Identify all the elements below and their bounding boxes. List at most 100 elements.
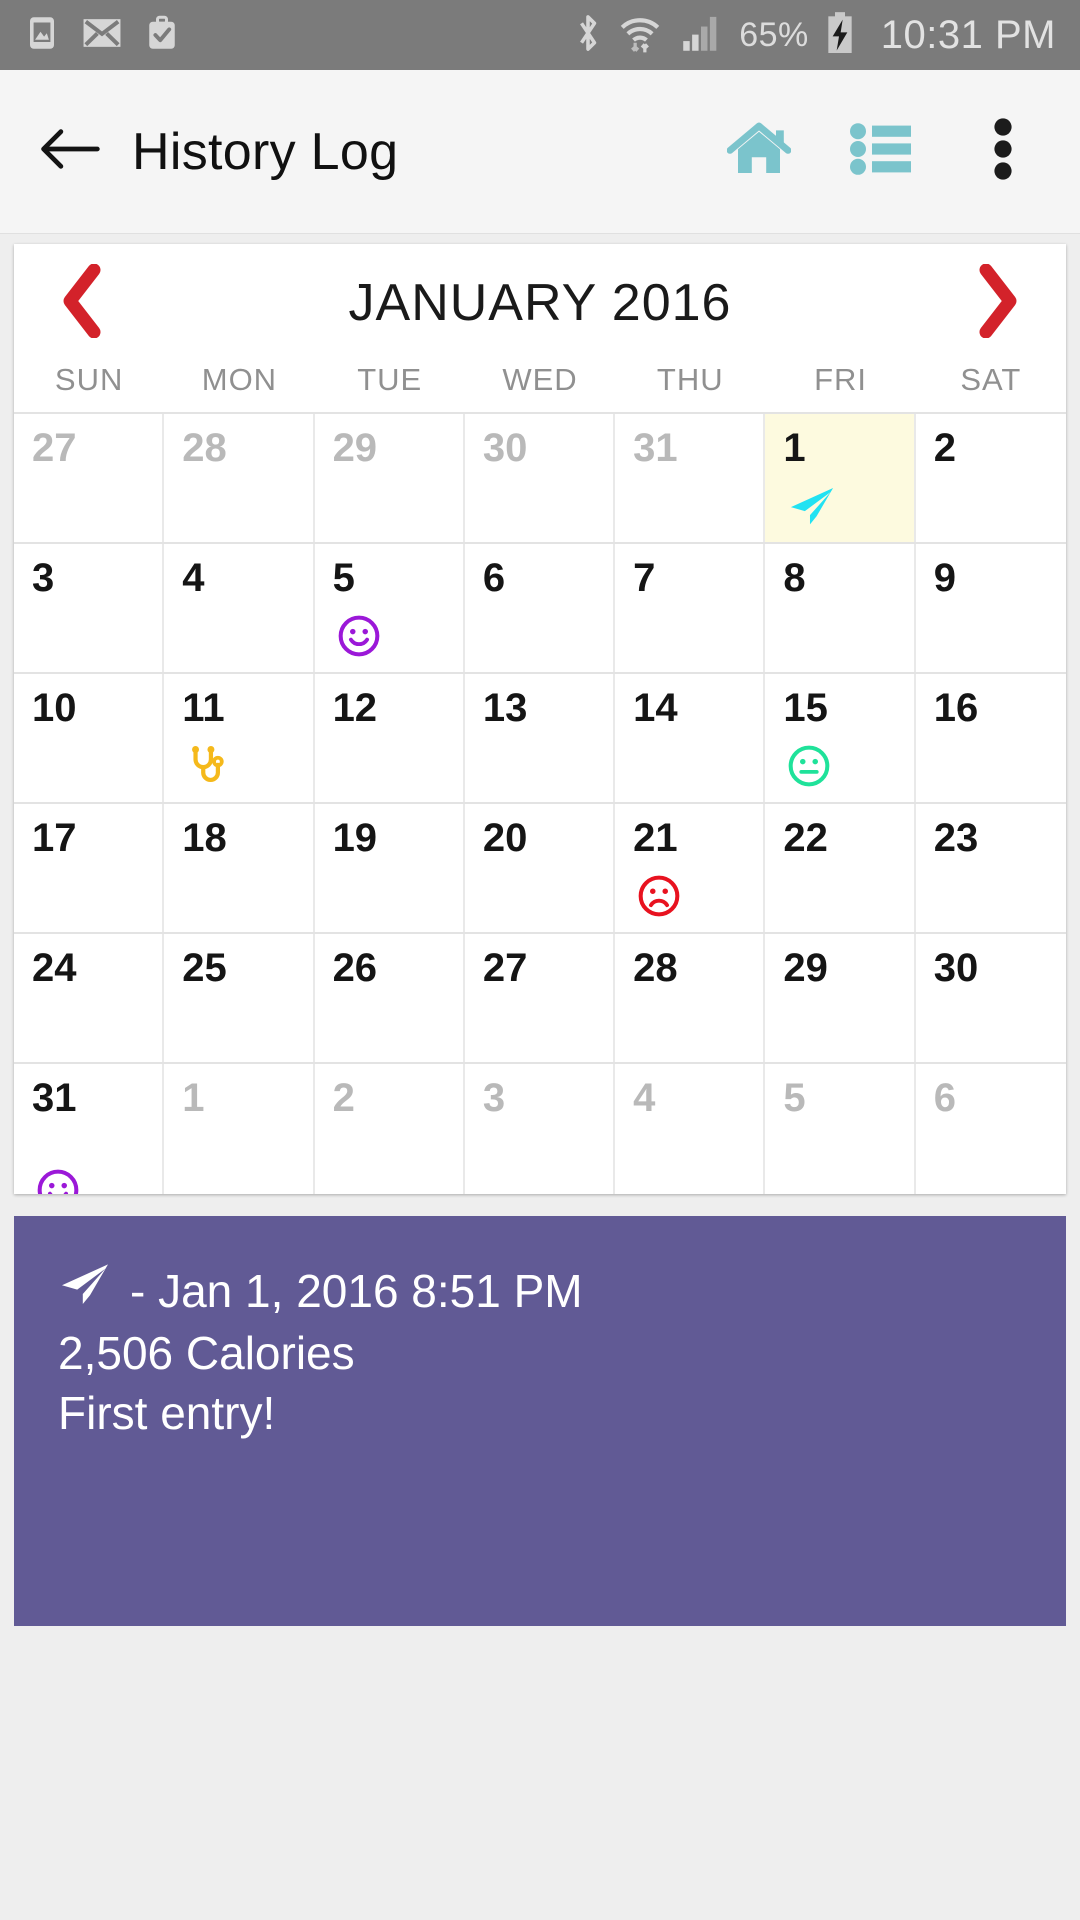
calendar-day-cell[interactable]: 4 — [164, 544, 315, 672]
calendar-day-cell[interactable]: 2 — [314, 1064, 465, 1194]
calendar-day-cell[interactable]: 15 — [765, 674, 916, 802]
bluetooth-icon — [575, 12, 601, 59]
calendar-day-number: 2 — [933, 426, 956, 470]
calendar-day-cell[interactable]: 28 — [615, 934, 766, 1062]
calendar-day-marker — [36, 1168, 80, 1194]
happy-face-icon — [337, 615, 381, 662]
calendar-day-cell[interactable]: 3 — [464, 1064, 616, 1194]
calendar-day-cell[interactable]: 10 — [14, 674, 165, 802]
home-button[interactable] — [724, 117, 794, 187]
entry-detail-panel[interactable]: - Jan 1, 2016 8:51 PM 2,506 Calories Fir… — [14, 1216, 1066, 1626]
calendar-day-cell[interactable]: 8 — [765, 544, 916, 672]
calendar-day-cell[interactable]: 7 — [615, 544, 766, 672]
calendar-day-cell[interactable]: 30 — [464, 414, 616, 542]
calendar-day-cell[interactable]: 24 — [14, 934, 165, 1062]
calendar-day-cell[interactable]: 3 — [14, 544, 165, 672]
calendar-day-cell[interactable]: 16 — [915, 674, 1066, 802]
calendar-day-number: 5 — [332, 556, 355, 600]
calendar-day-number: 8 — [783, 556, 806, 600]
back-button[interactable] — [34, 116, 106, 188]
calendar-day-number: 18 — [182, 816, 227, 860]
calendar-day-cell[interactable]: 1 — [765, 414, 916, 542]
app-bar-actions — [724, 117, 1046, 187]
app-bar: History Log — [0, 70, 1080, 234]
calendar-day-cell[interactable]: 31 — [14, 1064, 165, 1194]
calendar-day-cell[interactable]: 28 — [164, 414, 315, 542]
calendar-day-number: 23 — [933, 816, 979, 860]
calendar-day-cell[interactable]: 26 — [314, 934, 465, 1062]
calendar-day-number: 1 — [783, 426, 806, 470]
calendar-day-cell[interactable]: 2 — [915, 414, 1066, 542]
send-plane-icon — [58, 1260, 112, 1323]
calendar-week-row: 24 25 26 27 28 29 30 — [14, 934, 1066, 1064]
calendar-day-cell[interactable]: 21 — [615, 804, 766, 932]
page-title: History Log — [132, 122, 399, 181]
list-icon — [850, 122, 912, 181]
list-view-button[interactable] — [846, 117, 916, 187]
calendar-day-cell[interactable]: 30 — [915, 934, 1066, 1062]
overflow-menu-button[interactable] — [968, 117, 1038, 187]
calendar-day-marker — [186, 744, 230, 793]
briefcase-check-icon — [144, 14, 180, 57]
next-month-button[interactable] — [932, 244, 1062, 362]
calendar-day-number: 20 — [482, 816, 528, 860]
calendar-day-number: 26 — [332, 946, 378, 990]
calendar-day-cell[interactable]: 6 — [464, 544, 616, 672]
calendar-card: JANUARY 2016 SUN MON TUE WED THU FRI SAT… — [14, 244, 1066, 1194]
calendar-day-number: 17 — [32, 816, 77, 860]
calendar-day-cell[interactable]: 20 — [464, 804, 616, 932]
calendar-day-cell[interactable]: 17 — [14, 804, 165, 932]
weekday-label-wed: WED — [502, 362, 578, 397]
weekday-label-fri: FRI — [814, 362, 868, 397]
calendar-day-cell[interactable]: 9 — [915, 544, 1066, 672]
calendar-day-marker — [787, 744, 831, 793]
calendar-day-cell[interactable]: 1 — [164, 1064, 315, 1194]
calendar-day-number: 1 — [182, 1076, 205, 1120]
status-bar: 65% 10:31 PM — [0, 0, 1080, 70]
calendar-day-cell[interactable]: 31 — [615, 414, 766, 542]
calendar-day-number: 3 — [32, 556, 55, 600]
stethoscope-icon — [186, 746, 230, 792]
calendar-day-number: 6 — [482, 556, 506, 600]
calendar-day-number: 31 — [633, 426, 678, 470]
calendar-day-cell[interactable]: 29 — [765, 934, 916, 1062]
prev-month-button[interactable] — [18, 244, 148, 362]
calendar-day-cell[interactable]: 5 — [765, 1064, 916, 1194]
calendar-day-cell[interactable]: 22 — [765, 804, 916, 932]
entry-date-label: - Jan 1, 2016 8:51 PM — [130, 1265, 583, 1317]
calendar-day-number: 2 — [332, 1076, 355, 1120]
calendar-day-cell[interactable]: 27 — [14, 414, 165, 542]
calendar-day-number: 27 — [482, 946, 528, 990]
calendar-day-number: 12 — [332, 686, 378, 730]
calendar-day-cell[interactable]: 13 — [464, 674, 616, 802]
calendar-day-number: 15 — [783, 686, 828, 730]
calendar-day-cell[interactable]: 12 — [314, 674, 465, 802]
calendar-day-cell[interactable]: 6 — [915, 1064, 1066, 1194]
signal-icon — [679, 12, 723, 59]
calendar-day-cell[interactable]: 11 — [164, 674, 315, 802]
calendar-week-row: 10 11 12 13 14 15 16 — [14, 674, 1066, 804]
calendar-day-cell[interactable]: 4 — [615, 1064, 766, 1194]
calendar-day-number: 22 — [783, 816, 828, 860]
entry-date-row: - Jan 1, 2016 8:51 PM — [58, 1260, 1022, 1323]
calendar-day-cell[interactable]: 27 — [464, 934, 616, 1062]
send-plane-icon — [787, 488, 837, 532]
calendar-day-number: 6 — [933, 1076, 956, 1120]
calendar-day-cell[interactable]: 18 — [164, 804, 315, 932]
calendar-section: JANUARY 2016 SUN MON TUE WED THU FRI SAT… — [0, 234, 1080, 1194]
calendar-day-cell[interactable]: 29 — [314, 414, 465, 542]
calendar-header: JANUARY 2016 — [14, 244, 1066, 362]
calendar-day-number: 28 — [182, 426, 227, 470]
calendar-day-cell[interactable]: 19 — [314, 804, 465, 932]
calendar-day-cell[interactable]: 5 — [314, 544, 465, 672]
calendar-day-cell[interactable]: 25 — [164, 934, 315, 1062]
calendar-day-number: 30 — [933, 946, 979, 990]
clock-label: 10:31 PM — [880, 12, 1056, 57]
calendar-day-number: 3 — [482, 1076, 506, 1120]
weekday-label-sun: SUN — [54, 362, 124, 397]
calendar-day-cell[interactable]: 14 — [615, 674, 766, 802]
calendar-day-marker — [337, 614, 381, 663]
sad-face-icon — [637, 875, 681, 922]
calendar-day-number: 31 — [32, 1076, 77, 1120]
calendar-day-cell[interactable]: 23 — [915, 804, 1066, 932]
